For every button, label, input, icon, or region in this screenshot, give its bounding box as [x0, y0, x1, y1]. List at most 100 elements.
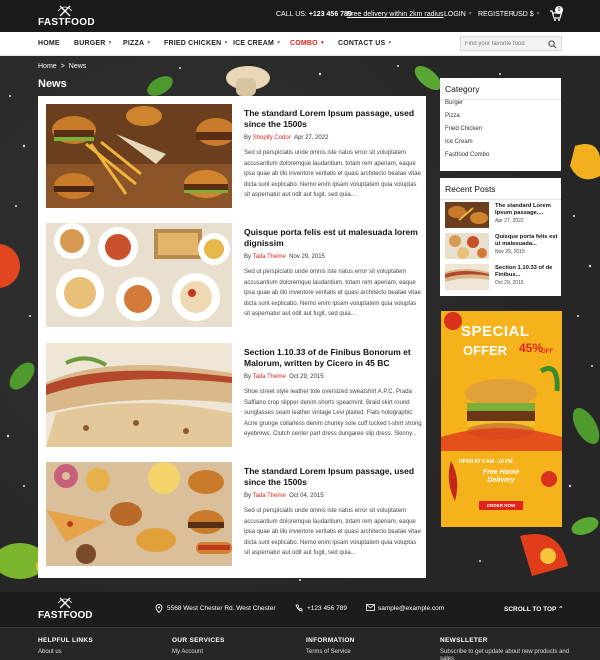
- wraps-image: [46, 343, 232, 447]
- recent-post-title[interactable]: Quisque porta felis est ut malesuada...: [495, 234, 559, 248]
- footer-links: HELPFUL LINKS About us OUR SERVICES My A…: [0, 627, 600, 660]
- post-author[interactable]: Shopify Codor: [253, 135, 291, 141]
- recent-post-item[interactable]: Quisque porta felis est ut malesuada... …: [445, 233, 559, 259]
- search-icon[interactable]: [548, 40, 557, 49]
- scroll-top-label: SCROLL TO TOP: [504, 606, 557, 613]
- nav-burger[interactable]: BURGER ▼: [74, 40, 113, 47]
- delivery-note[interactable]: Free delivery within 2km radius: [347, 11, 443, 18]
- category-link[interactable]: Ice Cream: [445, 139, 473, 145]
- divider: [440, 199, 561, 200]
- nav-combo[interactable]: COMBO ▼: [290, 40, 325, 47]
- post-author[interactable]: Tada Theme: [253, 493, 286, 499]
- post-by: By: [244, 493, 252, 499]
- recent-post-item[interactable]: The standard Lorem Ipsum passage,... Apr…: [445, 202, 557, 228]
- register-link[interactable]: REGISTER: [478, 11, 514, 18]
- post-thumbnail[interactable]: [46, 104, 232, 208]
- breadcrumb-current: News: [68, 63, 87, 70]
- cart-count-badge: 0: [555, 6, 563, 14]
- footer-link[interactable]: Terms of Service: [306, 649, 351, 655]
- footer-address-text: 5568 West Chester Rd. West Chester: [167, 605, 276, 612]
- scroll-to-top-button[interactable]: SCROLL TO TOP ⌃: [504, 605, 564, 613]
- post-title[interactable]: Quisque porta felis est ut malesuada lor…: [244, 227, 422, 249]
- platter-thumbnail-image: [445, 233, 489, 259]
- nav-ice-cream[interactable]: ICE CREAM ▼: [233, 40, 281, 47]
- post-item: The standard Lorem Ipsum passage, used s…: [46, 104, 422, 212]
- recent-post-thumbnail[interactable]: [445, 202, 489, 228]
- post-thumbnail[interactable]: [46, 223, 232, 327]
- footer-heading-helpful-links: HELPFUL LINKS: [38, 637, 94, 644]
- post-by: By: [244, 135, 252, 141]
- category-link[interactable]: Fried Chicken: [445, 126, 482, 132]
- search-input[interactable]: [465, 39, 543, 49]
- currency-select[interactable]: USD $ ▼: [513, 11, 541, 18]
- recent-post-title[interactable]: The standard Lorem Ipsum passage,...: [495, 203, 559, 217]
- nav-home[interactable]: HOME: [38, 40, 60, 47]
- call-number[interactable]: +123 456 789: [309, 11, 352, 18]
- special-offer-banner[interactable]: SPECIAL OFFER 45% OFF OPEN AT 9 AM - 10 …: [441, 311, 562, 527]
- newsletter-text: Subscribe to get update about new produc…: [440, 649, 570, 660]
- category-link[interactable]: Fastfood Combo: [445, 152, 489, 158]
- nav-fried-chicken[interactable]: FRIED CHICKEN ▼: [164, 40, 229, 47]
- call-label: CALL US:: [276, 11, 307, 18]
- category-link[interactable]: Pizza: [445, 113, 460, 119]
- order-now-button[interactable]: ORDER NOW: [479, 501, 523, 510]
- fastfood-spread-image: [46, 462, 232, 566]
- category-widget: Category Burger Pizza Fried Chicken Ice …: [440, 78, 561, 171]
- post-author[interactable]: Tada Theme: [253, 254, 286, 260]
- recent-post-thumbnail[interactable]: [445, 233, 489, 259]
- post-excerpt: Shoe street style leather tote oversized…: [244, 389, 422, 438]
- footer-link[interactable]: My Account: [172, 649, 203, 655]
- logo-text: FASTFOOD: [38, 17, 95, 28]
- category-heading: Category: [445, 84, 480, 94]
- nav-label: BURGER: [74, 40, 106, 47]
- footer-logo[interactable]: FASTFOOD: [38, 596, 92, 624]
- site-logo[interactable]: FASTFOOD: [38, 4, 95, 30]
- recent-post-date: Oct 29, 2015: [495, 280, 524, 286]
- promo-percent: 45%: [519, 341, 544, 355]
- post-item: The standard Lorem Ipsum passage, used s…: [46, 462, 422, 570]
- recent-post-item[interactable]: Section 1.10.33 of de Finibus... Oct 29,…: [445, 264, 557, 290]
- recent-post-thumbnail[interactable]: [445, 264, 489, 290]
- breadcrumb-home[interactable]: Home: [38, 63, 57, 70]
- footer-phone[interactable]: +123 456 789: [295, 604, 347, 612]
- recent-post-title[interactable]: Section 1.10.33 of de Finibus...: [495, 265, 559, 279]
- wrap-thumbnail-image: [445, 264, 489, 290]
- nav-label: HOME: [38, 40, 60, 47]
- call-us: CALL US: +123 456 789: [276, 11, 352, 18]
- nav-label: COMBO: [290, 40, 318, 47]
- footer-heading-newsletter: NEWSLLETER: [440, 637, 488, 644]
- breadcrumb-separator: >: [60, 63, 65, 70]
- category-link[interactable]: Burger: [445, 100, 463, 106]
- main-nav: HOME BURGER ▼ PIZZA ▼ FRIED CHICKEN ▼ ICE C…: [0, 32, 600, 56]
- post-meta: By Tada Theme Nov 29, 2015: [244, 254, 325, 260]
- footer-email[interactable]: sample@example.com: [366, 604, 444, 612]
- promo-hours: OPEN AT 9 AM - 10 PM: [459, 459, 513, 465]
- post-by: By: [244, 254, 252, 260]
- footer-phone-text: +123 456 789: [307, 605, 347, 612]
- nav-contact-us[interactable]: CONTACT US ▼: [338, 40, 393, 47]
- post-thumbnail[interactable]: [46, 343, 232, 447]
- nav-pizza[interactable]: PIZZA ▼: [123, 40, 151, 47]
- footer-link[interactable]: About us: [38, 649, 62, 655]
- search-box: [460, 36, 562, 51]
- chevron-down-icon: ▼: [535, 11, 541, 17]
- post-thumbnail[interactable]: [46, 462, 232, 566]
- post-title[interactable]: The standard Lorem Ipsum passage, used s…: [244, 108, 422, 130]
- posts-list: The standard Lorem Ipsum passage, used s…: [38, 96, 426, 578]
- footer-contact-bar: FASTFOOD 5568 West Chester Rd. West Ches…: [0, 592, 600, 627]
- login-link[interactable]: LOGIN ▼: [444, 11, 473, 18]
- post-date: Nov 29, 2015: [289, 254, 325, 260]
- fork-knife-icon: [57, 5, 73, 17]
- post-title[interactable]: Section 1.10.33 of de Finibus Bonorum et…: [244, 347, 422, 369]
- chevron-down-icon: ▼: [467, 11, 473, 17]
- promo-line2: OFFER: [463, 343, 508, 358]
- recent-post-date: Nov 29, 2015: [495, 249, 525, 255]
- post-excerpt: Sed ut perspiciatis unde omnis iste natu…: [244, 269, 421, 318]
- burger-thumbnail-image: [445, 202, 489, 228]
- nav-label: FRIED CHICKEN: [164, 40, 222, 47]
- nav-label: PIZZA: [123, 40, 145, 47]
- post-title[interactable]: The standard Lorem Ipsum passage, used s…: [244, 466, 422, 488]
- chevron-down-icon: ▼: [107, 40, 113, 46]
- post-author[interactable]: Tada Theme: [253, 374, 286, 380]
- post-excerpt: Sed ut perspiciatis unde omnis iste natu…: [244, 508, 421, 557]
